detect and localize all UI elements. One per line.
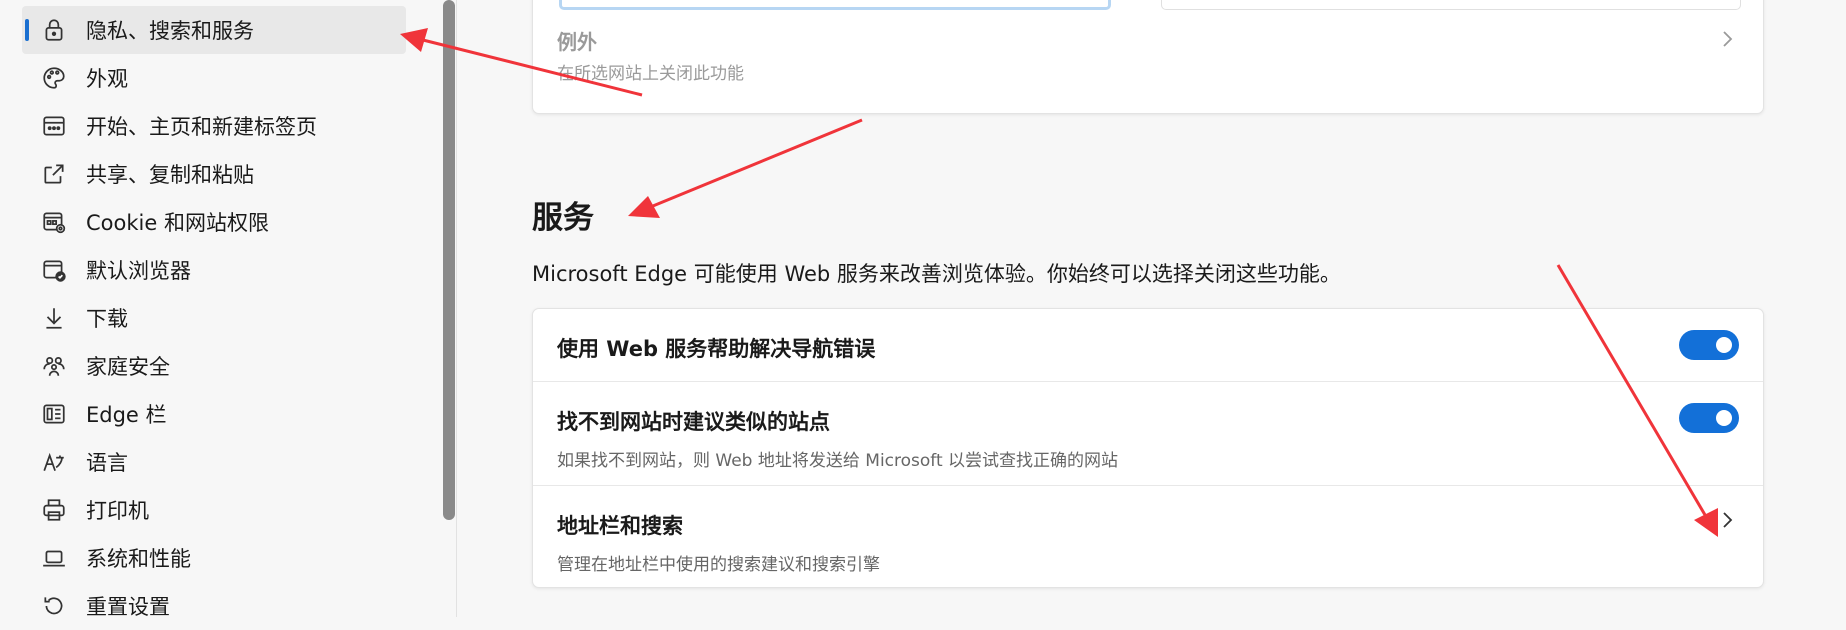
sidebar-item-label: 系统和性能 <box>86 547 191 571</box>
lock-icon <box>40 16 68 44</box>
chevron-right-icon[interactable] <box>1717 510 1737 530</box>
sidebar-item-reset[interactable]: 重置设置 <box>22 582 406 630</box>
toggle-knob <box>1716 337 1732 353</box>
sidebar-item-cookies[interactable]: Cookie 和网站权限 <box>22 198 406 246</box>
reset-icon <box>40 592 68 620</box>
nav-errors-title: 使用 Web 服务帮助解决导航错误 <box>557 337 876 361</box>
printer-icon <box>40 496 68 524</box>
sidebar-item-share[interactable]: 共享、复制和粘贴 <box>22 150 406 198</box>
sidebar-item-label: 外观 <box>86 67 128 91</box>
chevron-right-icon <box>1723 31 1733 47</box>
sidebar-item-label: 隐私、搜索和服务 <box>86 19 254 43</box>
similar-sites-desc: 如果找不到网站，则 Web 地址将发送给 Microsoft 以尝试查找正确的网… <box>557 451 1119 471</box>
address-bar-row[interactable]: 地址栏和搜索 管理在地址栏中使用的搜索建议和搜索引擎 <box>533 486 1763 586</box>
sidebar-item-default-browser[interactable]: 默认浏览器 <box>22 246 406 294</box>
settings-sidebar: 隐私、搜索和服务 外观 开始、主页和新建标签页 共享、复制和粘贴 Cookie … <box>0 0 457 619</box>
arrow-to-services-heading <box>628 118 863 218</box>
toggle-knob <box>1716 410 1732 426</box>
input-box-left[interactable] <box>559 0 1111 10</box>
site-permissions-icon <box>40 208 68 236</box>
laptop-icon <box>40 544 68 572</box>
sidebar-item-label: 打印机 <box>86 499 149 523</box>
sidebar-item-family[interactable]: 家庭安全 <box>22 342 406 390</box>
sidebar-item-label: 家庭安全 <box>86 355 170 379</box>
address-bar-title: 地址栏和搜索 <box>557 514 683 538</box>
share-icon <box>40 160 68 188</box>
sidebar-item-language[interactable]: 语言 <box>22 438 406 486</box>
sidebar-item-label: 共享、复制和粘贴 <box>86 163 254 187</box>
sidebar-item-label: 下载 <box>86 307 128 331</box>
nav-errors-row: 使用 Web 服务帮助解决导航错误 <box>533 309 1763 381</box>
similar-sites-title: 找不到网站时建议类似的站点 <box>557 410 830 434</box>
sidebar-item-downloads[interactable]: 下载 <box>22 294 406 342</box>
nav-errors-toggle[interactable] <box>1679 330 1739 360</box>
language-icon <box>40 448 68 476</box>
exceptions-title: 例外 <box>557 30 597 54</box>
exceptions-row[interactable]: 例外 在所选网站上关闭此功能 <box>533 21 1763 101</box>
exceptions-card: 例外 在所选网站上关闭此功能 <box>532 0 1764 114</box>
similar-sites-toggle[interactable] <box>1679 403 1739 433</box>
sidebar-item-label: 默认浏览器 <box>86 259 191 283</box>
sidebar-item-printers[interactable]: 打印机 <box>22 486 406 534</box>
home-tabs-icon <box>40 112 68 140</box>
sidebar-item-label: 开始、主页和新建标签页 <box>86 115 317 139</box>
sidebar-item-privacy[interactable]: 隐私、搜索和服务 <box>22 6 406 54</box>
input-box-right[interactable] <box>1161 0 1741 10</box>
download-icon <box>40 304 68 332</box>
sidebar-scrollbar[interactable] <box>443 0 455 520</box>
sidebar-item-system[interactable]: 系统和性能 <box>22 534 406 582</box>
address-bar-desc: 管理在地址栏中使用的搜索建议和搜索引擎 <box>557 555 880 575</box>
services-card: 使用 Web 服务帮助解决导航错误 找不到网站时建议类似的站点 如果找不到网站，… <box>532 308 1764 588</box>
similar-sites-row: 找不到网站时建议类似的站点 如果找不到网站，则 Web 地址将发送给 Micro… <box>533 382 1763 485</box>
sidebar-item-label: Cookie 和网站权限 <box>86 211 269 235</box>
edge-bar-icon <box>40 400 68 428</box>
services-heading: 服务 <box>532 200 594 236</box>
palette-icon <box>40 64 68 92</box>
exceptions-desc: 在所选网站上关闭此功能 <box>557 64 744 84</box>
sidebar-item-start-home[interactable]: 开始、主页和新建标签页 <box>22 102 406 150</box>
family-icon <box>40 352 68 380</box>
sidebar-item-label: Edge 栏 <box>86 403 167 427</box>
sidebar-item-label: 语言 <box>86 451 128 475</box>
active-indicator <box>25 19 29 41</box>
default-browser-icon <box>40 256 68 284</box>
sidebar-item-edge-bar[interactable]: Edge 栏 <box>22 390 406 438</box>
services-intro: Microsoft Edge 可能使用 Web 服务来改善浏览体验。你始终可以选… <box>532 262 1341 286</box>
sidebar-item-appearance[interactable]: 外观 <box>22 54 406 102</box>
